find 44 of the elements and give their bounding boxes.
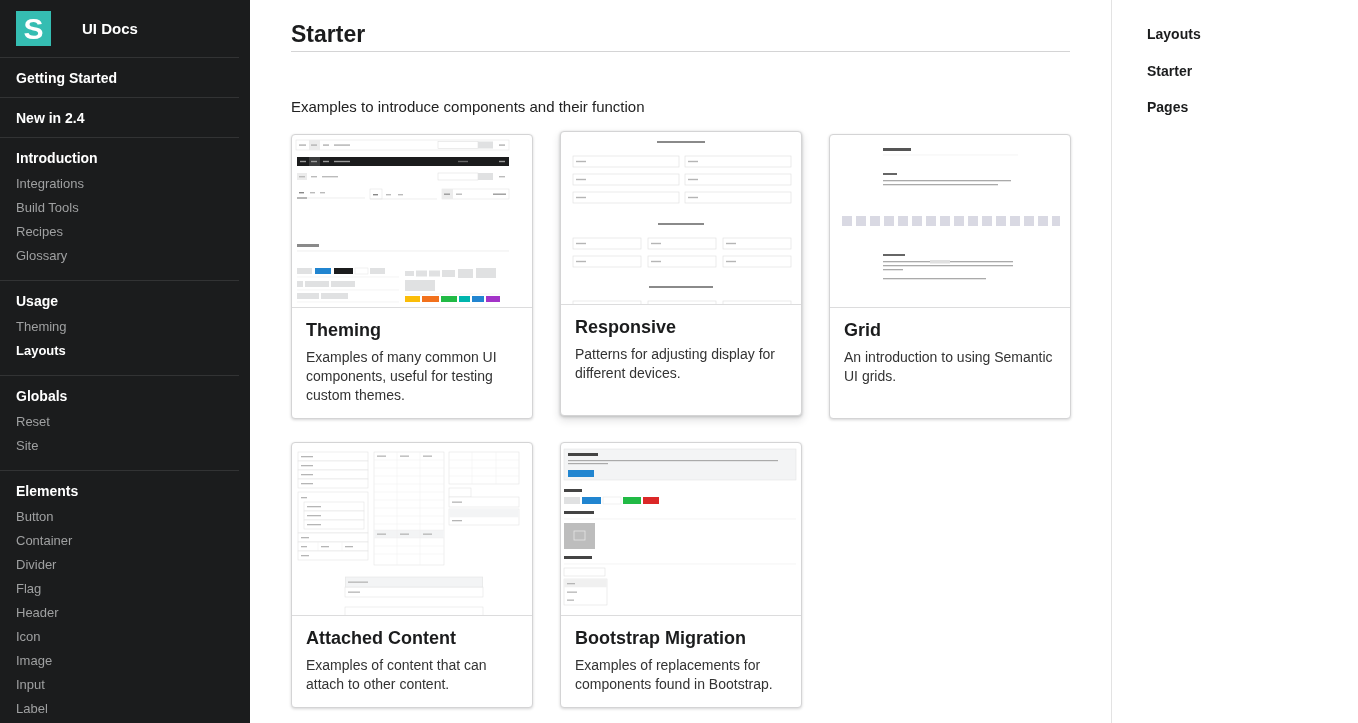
nav-link[interactable]: Input [16, 673, 45, 697]
example-card[interactable]: Attached Content Examples of content that can attach to other content. [291, 442, 533, 708]
nav-link[interactable]: Site [16, 434, 39, 458]
section-link[interactable]: Introduction [16, 148, 98, 168]
nav-link[interactable]: Container [16, 529, 73, 553]
example-card[interactable]: Bootstrap Migration Examples of replacements for components found in Bootstrap. [560, 442, 802, 708]
card-title: Attached Content [306, 627, 457, 650]
section-link[interactable]: Usage [16, 291, 59, 311]
example-card[interactable]: Theming Examples of many common UI components, useful for testing custom themes. [291, 134, 533, 419]
nav-link[interactable]: Header [16, 601, 59, 625]
card-title: Responsive [575, 316, 678, 339]
section-link[interactable]: Globals [16, 386, 68, 406]
nav-link[interactable]: Recipes [16, 220, 63, 244]
nav-link[interactable]: Reset [16, 410, 50, 434]
example-card[interactable]: Responsive Patterns for adjusting display for different devices. [560, 131, 802, 416]
nav-link[interactable]: Button [16, 505, 54, 529]
section-link[interactable]: Elements [16, 481, 79, 501]
card-description: Patterns for adjusting display for different devices. [575, 345, 776, 383]
nav-link[interactable]: Icon [16, 625, 41, 649]
card-description: An introduction to using Semantic UI grids. [844, 348, 1054, 386]
nav-link[interactable]: Layouts [16, 339, 66, 363]
card-description: Examples of content that can attach to other content. [306, 656, 488, 694]
nav-link[interactable]: Flag [16, 577, 42, 601]
card-description: Examples of replacements for components found in Bootstrap. [575, 656, 774, 694]
section-link[interactable]: New in 2.4 [16, 108, 85, 128]
nav-link[interactable]: Image [16, 649, 53, 673]
nav-link[interactable]: Theming [16, 315, 67, 339]
nav-link[interactable]: Label [16, 697, 48, 721]
card-title: Grid [844, 319, 882, 342]
nav-link[interactable]: Build Tools [16, 196, 79, 220]
nav-link[interactable]: Glossary [16, 244, 68, 268]
toc-link[interactable]: Starter [1147, 52, 1193, 89]
card-title: Theming [306, 319, 382, 342]
example-card[interactable]: Grid An introduction to using Semantic UI grids. [829, 134, 1071, 419]
section-link[interactable]: Getting Started [16, 68, 118, 88]
nav-link[interactable]: Integrations [16, 172, 84, 196]
site-title[interactable]: UI Docs [82, 18, 138, 39]
page-intro: Examples to introduce components and their function [291, 98, 646, 116]
toc-link[interactable]: Layouts [1147, 16, 1201, 52]
page-title: Starter [291, 20, 1070, 52]
card-title: Bootstrap Migration [575, 627, 747, 650]
card-description: Examples of many common UI components, useful for testing custom themes. [306, 348, 498, 405]
toc-link[interactable]: Pages [1147, 89, 1189, 125]
nav-link[interactable]: Divider [16, 553, 57, 577]
